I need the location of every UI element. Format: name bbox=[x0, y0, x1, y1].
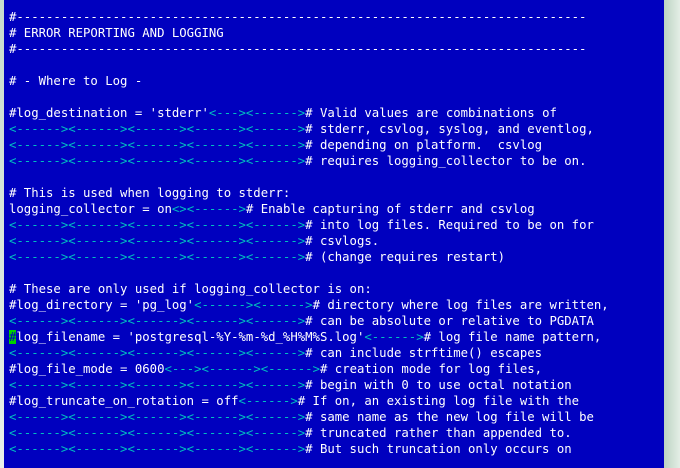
config-text: #log_destination = 'stderr' bbox=[9, 106, 209, 120]
config-text: # (change requires restart) bbox=[305, 250, 506, 264]
desktop-background-right bbox=[664, 0, 680, 468]
tab-whitespace-marker: <------><------><------><------><------> bbox=[9, 234, 306, 248]
editor-line[interactable] bbox=[9, 265, 609, 281]
editor-line[interactable]: # - Where to Log - bbox=[9, 73, 609, 89]
editor-line[interactable]: <------><------><------><------><------>… bbox=[9, 249, 609, 265]
editor-line[interactable] bbox=[9, 57, 609, 73]
editor-line[interactable]: # These are only used if logging_collect… bbox=[9, 281, 609, 297]
editor-line[interactable]: <------><------><------><------><------>… bbox=[9, 217, 609, 233]
tab-whitespace-marker: <------><------> bbox=[201, 362, 320, 376]
config-text: # log file name pattern, bbox=[423, 330, 602, 344]
editor-line[interactable]: # ERROR REPORTING AND LOGGING bbox=[9, 25, 609, 41]
config-text: log_filename = 'postgresql-%Y-%m-%d_%H%M… bbox=[16, 330, 365, 344]
tab-whitespace-marker: <------><------><------><------><------> bbox=[9, 138, 306, 152]
tab-whitespace-marker: <------> bbox=[238, 394, 298, 408]
config-text: # csvlogs. bbox=[305, 234, 380, 248]
editor-line[interactable] bbox=[9, 89, 609, 105]
terminal-editor[interactable]: #---------------------------------------… bbox=[4, 0, 664, 468]
config-text: #---------------------------------------… bbox=[9, 10, 587, 24]
config-text: # This is used when logging to stderr: bbox=[9, 186, 291, 200]
tab-whitespace-marker: <------><------><------><------><------> bbox=[9, 154, 306, 168]
editor-line[interactable]: <------><------><------><------><------>… bbox=[9, 409, 609, 425]
config-text: logging_collector = on bbox=[9, 202, 172, 216]
tab-whitespace-marker: <------><------><------><------><------> bbox=[9, 314, 306, 328]
tab-whitespace-marker: <---> bbox=[208, 106, 246, 120]
editor-line[interactable]: #log_destination = 'stderr'<---><------>… bbox=[9, 105, 609, 121]
editor-line[interactable]: logging_collector = on<><------># Enable… bbox=[9, 201, 609, 217]
tab-whitespace-marker: <------><------><------><------><------> bbox=[9, 346, 306, 360]
tab-whitespace-marker: <------> bbox=[364, 330, 424, 344]
config-text: #log_truncate_on_rotation = off bbox=[9, 394, 239, 408]
tab-whitespace-marker: <------><------><------><------><------> bbox=[9, 218, 306, 232]
config-text: # requires logging_collector to be on. bbox=[305, 154, 587, 168]
editor-line[interactable]: <------><------><------><------><------>… bbox=[9, 345, 609, 361]
tab-whitespace-marker: <------><------><------><------><------> bbox=[9, 378, 306, 392]
editor-line[interactable]: #log_directory = 'pg_log'<------><------… bbox=[9, 297, 609, 313]
editor-line[interactable]: <------><------><------><------><------>… bbox=[9, 233, 609, 249]
editor-line[interactable]: <------><------><------><------><------>… bbox=[9, 153, 609, 169]
config-text: # can include strftime() escapes bbox=[305, 346, 543, 360]
editor-line[interactable]: <------><------><------><------><------>… bbox=[9, 137, 609, 153]
editor-line[interactable]: <------><------><------><------><------>… bbox=[9, 313, 609, 329]
config-text: #log_directory = 'pg_log' bbox=[9, 298, 195, 312]
editor-line[interactable]: <------><------><------><------><------>… bbox=[9, 377, 609, 393]
editor-line[interactable]: #---------------------------------------… bbox=[9, 41, 609, 57]
config-text: # directory where log files are written, bbox=[312, 298, 609, 312]
config-text: # into log files. Required to be on for bbox=[305, 218, 594, 232]
editor-line[interactable]: <------><------><------><------><------>… bbox=[9, 441, 609, 457]
tab-whitespace-marker: <------><------><------><------><------> bbox=[9, 442, 306, 456]
tab-whitespace-marker: <---> bbox=[164, 362, 202, 376]
config-text: # can be absolute or relative to PGDATA bbox=[305, 314, 594, 328]
config-text: #---------------------------------------… bbox=[9, 42, 587, 56]
config-text: # Enable capturing of stderr and csvlog bbox=[245, 202, 535, 216]
editor-line[interactable]: #log_file_mode = 0600<---><------><-----… bbox=[9, 361, 609, 377]
config-text: # ERROR REPORTING AND LOGGING bbox=[9, 26, 224, 40]
tab-whitespace-marker: <------><------><------><------><------> bbox=[9, 250, 306, 264]
tab-whitespace-marker: <------> bbox=[245, 106, 306, 120]
config-text: # begin with 0 to use octal notation bbox=[305, 378, 572, 392]
config-text: # - Where to Log - bbox=[9, 74, 143, 88]
config-text: # same name as the new log file will be bbox=[305, 410, 594, 424]
config-text: # These are only used if logging_collect… bbox=[9, 282, 372, 296]
config-text: # truncated rather than appended to. bbox=[305, 426, 572, 440]
config-text: # Valid values are combinations of bbox=[305, 106, 557, 120]
tab-whitespace-marker: <------><------><------><------><------> bbox=[9, 122, 306, 136]
tab-whitespace-marker: <------> bbox=[186, 202, 246, 216]
editor-line[interactable]: <------><------><------><------><------>… bbox=[9, 425, 609, 441]
editor-line[interactable]: #log_filename = 'postgresql-%Y-%m-%d_%H%… bbox=[9, 329, 609, 345]
tab-whitespace-marker: <------><------><------><------><------> bbox=[9, 410, 306, 424]
tab-whitespace-marker: <------><------> bbox=[194, 298, 313, 312]
config-text: # If on, an existing log file with the bbox=[297, 394, 580, 408]
config-text: # stderr, csvlog, syslog, and eventlog, bbox=[305, 122, 594, 136]
config-text: # creation mode for log files, bbox=[319, 362, 543, 376]
tab-whitespace-marker: <------><------><------><------><------> bbox=[9, 426, 306, 440]
config-text: #log_file_mode = 0600 bbox=[9, 362, 165, 376]
editor-text-area[interactable]: #---------------------------------------… bbox=[9, 9, 609, 457]
editor-line[interactable] bbox=[9, 169, 609, 185]
config-text: # But such truncation only occurs on bbox=[305, 442, 572, 456]
editor-line[interactable]: #log_truncate_on_rotation = off<------>#… bbox=[9, 393, 609, 409]
editor-line[interactable]: <------><------><------><------><------>… bbox=[9, 121, 609, 137]
config-text: # depending on platform. csvlog bbox=[305, 138, 543, 152]
tab-whitespace-marker: <> bbox=[171, 202, 187, 216]
editor-line[interactable]: #---------------------------------------… bbox=[9, 9, 609, 25]
editor-line[interactable]: # This is used when logging to stderr: bbox=[9, 185, 609, 201]
